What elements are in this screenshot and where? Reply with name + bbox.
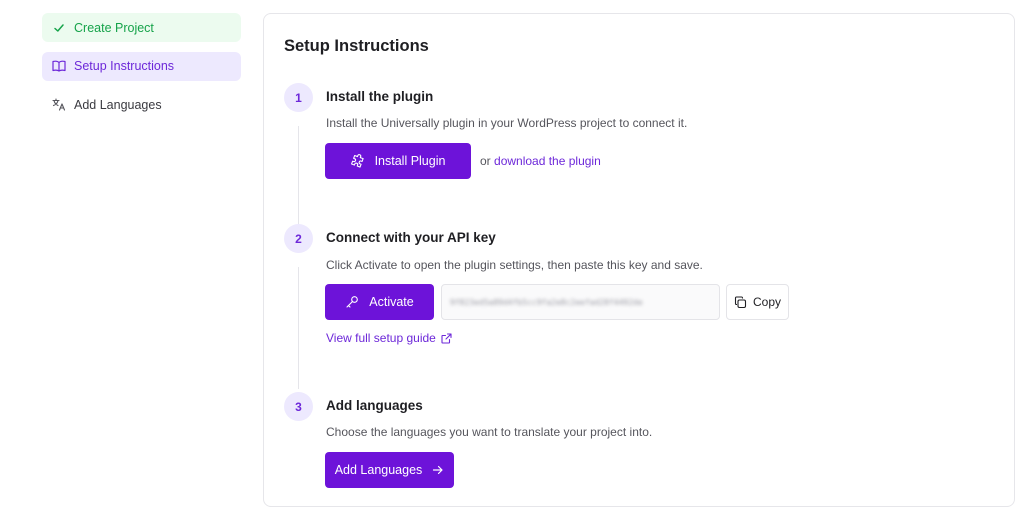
step-2-description: Click Activate to open the plugin settin… bbox=[326, 258, 703, 272]
step-connector bbox=[298, 267, 299, 389]
add-languages-button[interactable]: Add Languages bbox=[325, 452, 454, 488]
install-plugin-label: Install Plugin bbox=[374, 154, 446, 168]
step-3-description: Choose the languages you want to transla… bbox=[326, 425, 653, 439]
step-2-number: 2 bbox=[284, 224, 313, 253]
check-icon bbox=[52, 21, 66, 35]
arrow-right-icon bbox=[432, 464, 444, 476]
step-1-number: 1 bbox=[284, 83, 313, 112]
or-text: or bbox=[480, 154, 491, 168]
sidebar-item-label: Setup Instructions bbox=[74, 59, 175, 73]
copy-label: Copy bbox=[752, 295, 781, 309]
puzzle-icon bbox=[350, 154, 365, 168]
sidebar-item-label: Add Languages bbox=[74, 97, 162, 112]
copy-key-button[interactable]: Copy bbox=[726, 284, 789, 320]
book-open-icon bbox=[52, 59, 66, 73]
translate-icon bbox=[52, 98, 66, 112]
setup-guide-label: View full setup guide bbox=[326, 331, 436, 345]
step-1-title: Install the plugin bbox=[326, 89, 434, 104]
sidebar-item-setup-instructions[interactable]: Setup Instructions bbox=[42, 51, 241, 81]
activate-label: Activate bbox=[369, 295, 414, 309]
external-link-icon bbox=[441, 332, 452, 344]
copy-icon bbox=[734, 295, 747, 309]
setup-card: Setup Instructions 1 Install the plugin … bbox=[263, 13, 1015, 507]
add-languages-label: Add Languages bbox=[334, 463, 423, 477]
page-title: Setup Instructions bbox=[284, 37, 429, 55]
step-1-description: Install the Universally plugin in your W… bbox=[326, 116, 688, 130]
steps-sidebar: Create Project Setup Instructions Add La… bbox=[42, 13, 241, 129]
sidebar-item-add-languages[interactable]: Add Languages bbox=[42, 90, 241, 119]
step-3-title: Add languages bbox=[326, 398, 423, 413]
key-icon bbox=[345, 295, 359, 309]
step-connector bbox=[298, 126, 299, 226]
install-plugin-button[interactable]: Install Plugin bbox=[325, 143, 471, 179]
download-alternative: or download the plugin bbox=[480, 154, 601, 168]
activate-button[interactable]: Activate bbox=[325, 284, 434, 320]
step-3-number: 3 bbox=[284, 392, 313, 421]
setup-guide-link[interactable]: View full setup guide bbox=[326, 331, 452, 345]
api-key-field[interactable]: 9f823ed5a89d4fb5cc9fa2e8c2eefad28f4492de bbox=[441, 284, 720, 320]
download-plugin-link[interactable]: download the plugin bbox=[494, 154, 601, 168]
step-2-title: Connect with your API key bbox=[326, 230, 496, 245]
sidebar-item-create-project[interactable]: Create Project bbox=[42, 13, 241, 42]
api-key-value: 9f823ed5a89d4fb5cc9fa2e8c2eefad28f4492de bbox=[450, 297, 643, 307]
sidebar-item-label: Create Project bbox=[74, 20, 154, 35]
